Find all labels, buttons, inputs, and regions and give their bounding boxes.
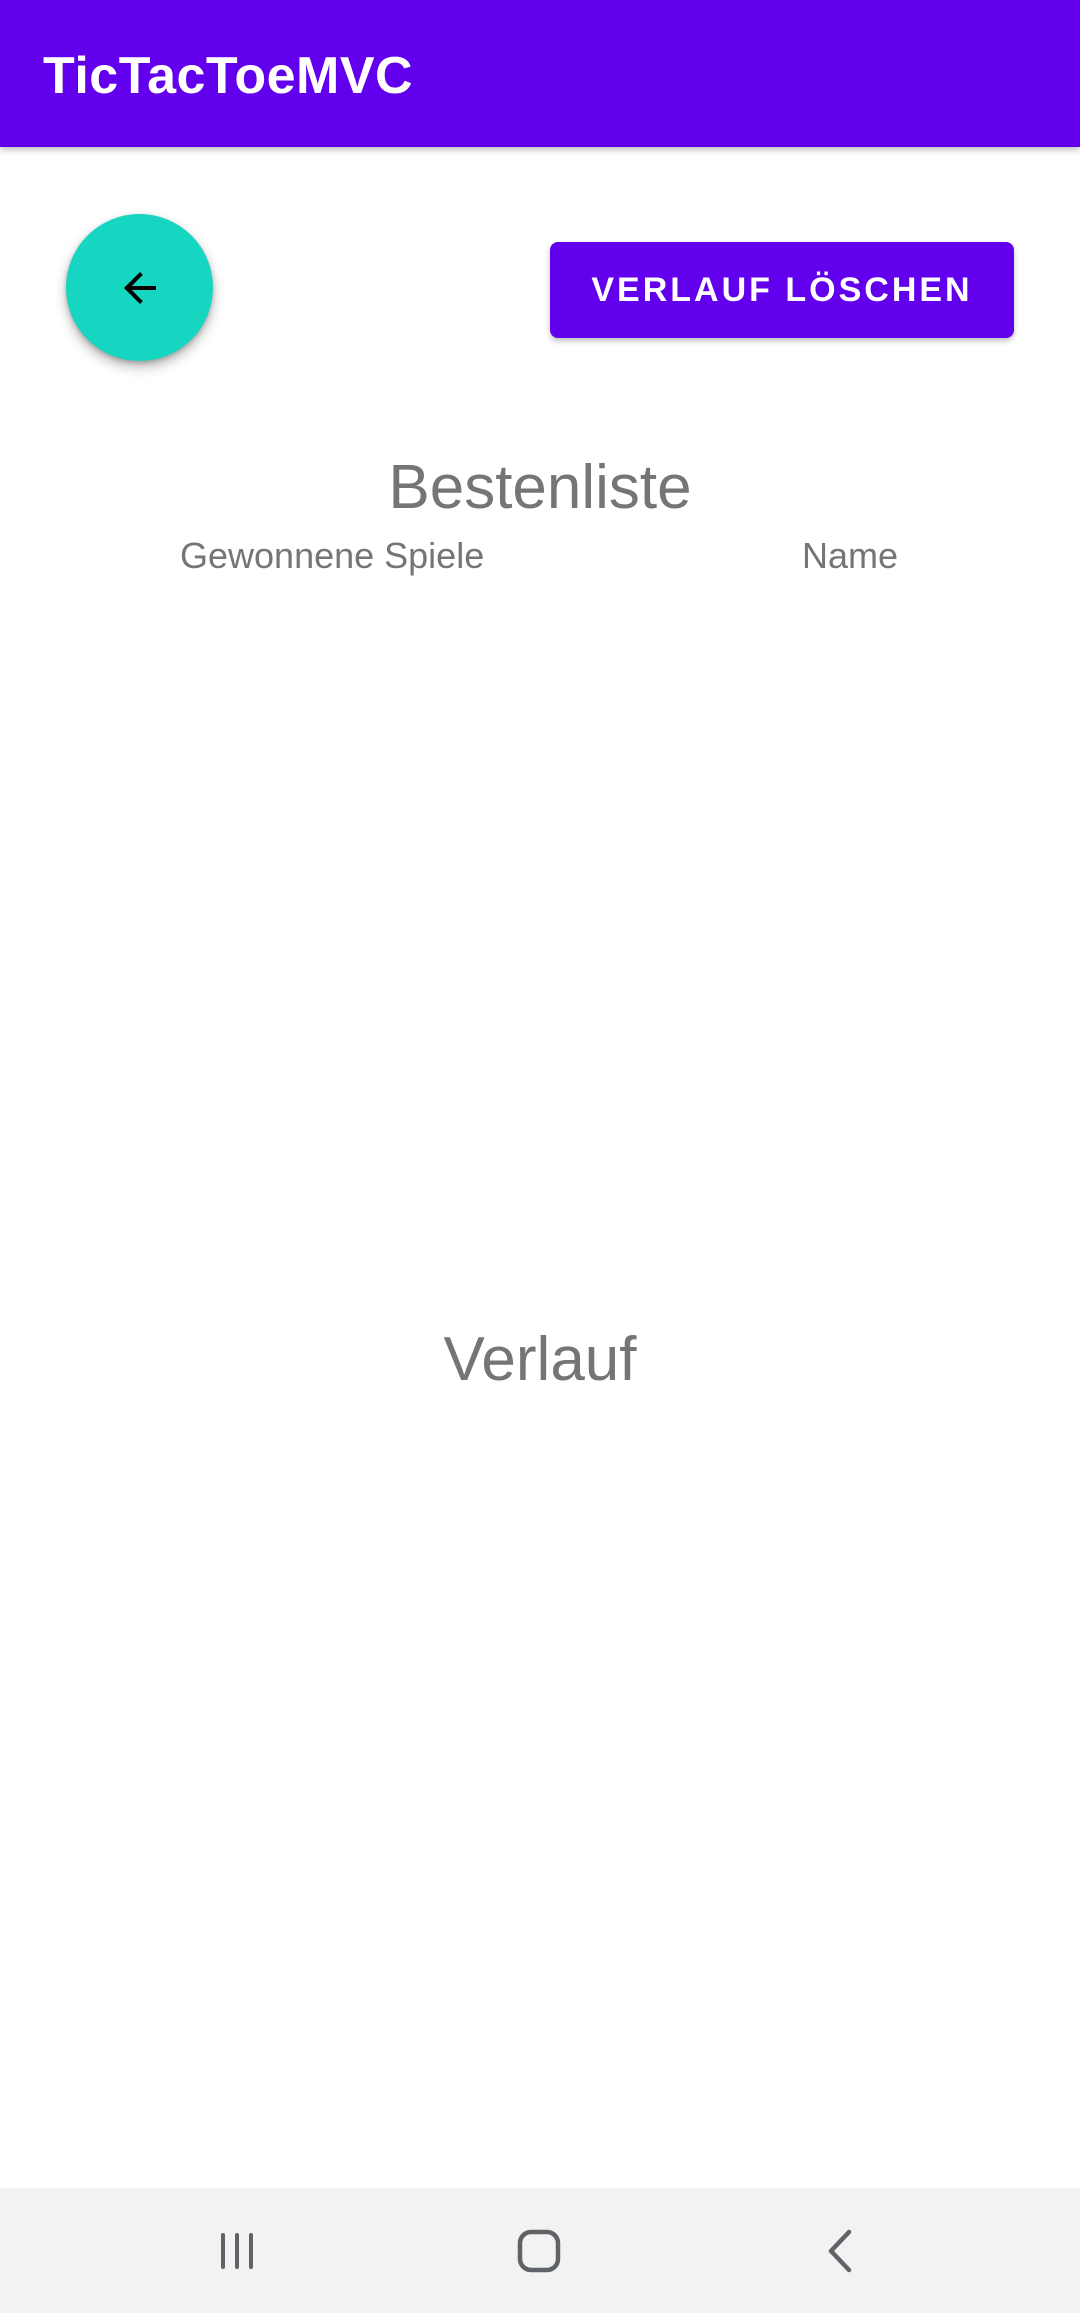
history-title: Verlauf bbox=[443, 1325, 637, 1394]
home-button[interactable] bbox=[479, 2188, 599, 2313]
system-navigation-bar bbox=[0, 2188, 1080, 2313]
column-header-name: Name bbox=[802, 535, 899, 576]
back-fab-button[interactable] bbox=[66, 214, 213, 361]
column-header-games-won: Gewonnene Spiele bbox=[180, 535, 485, 576]
back-chevron-icon bbox=[828, 2229, 852, 2272]
recent-apps-icon bbox=[221, 2232, 253, 2269]
clear-history-button[interactable]: VERLAUF LÖSCHEN bbox=[550, 242, 1014, 338]
arrow-left-icon bbox=[123, 271, 156, 304]
app-title: TicTacToeMVC bbox=[43, 47, 414, 105]
back-nav-button[interactable] bbox=[781, 2188, 901, 2313]
app-bar: TicTacToeMVC bbox=[0, 0, 1080, 147]
home-icon bbox=[517, 2229, 561, 2272]
recent-apps-button[interactable] bbox=[177, 2188, 297, 2313]
leaderboard-title: Bestenliste bbox=[388, 453, 692, 522]
